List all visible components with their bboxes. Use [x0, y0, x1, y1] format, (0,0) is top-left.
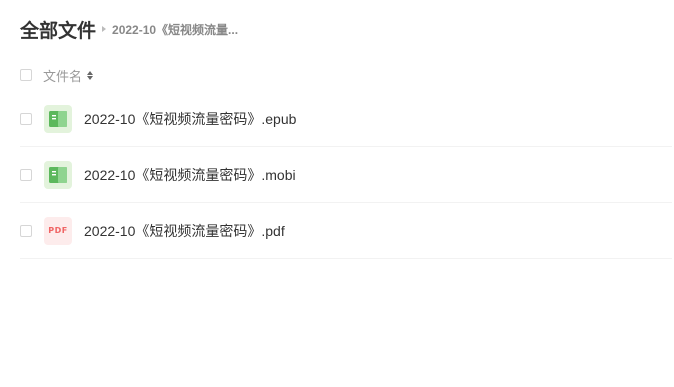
- breadcrumb-root-link[interactable]: 全部文件: [20, 16, 96, 43]
- sort-icon: [87, 70, 94, 80]
- pdf-icon: PDF: [44, 216, 72, 245]
- file-name[interactable]: 2022-10《短视频流量密码》.pdf: [84, 221, 285, 241]
- select-all-checkbox[interactable]: [20, 69, 32, 81]
- file-name[interactable]: 2022-10《短视频流量密码》.mobi: [84, 165, 296, 185]
- file-list: 2022-10《短视频流量密码》.epub 2022-10《短视频流量密码》.m…: [20, 91, 672, 259]
- list-header: 文件名: [20, 66, 94, 85]
- file-row[interactable]: 2022-10《短视频流量密码》.epub: [20, 91, 672, 147]
- file-browser: 全部文件 2022-10《短视频流量... 文件名 2022-10《短视频流量密…: [0, 0, 674, 387]
- ebook-icon: [44, 160, 72, 189]
- breadcrumb: 全部文件 2022-10《短视频流量...: [20, 16, 238, 42]
- file-row[interactable]: PDF 2022-10《短视频流量密码》.pdf: [20, 203, 672, 259]
- breadcrumb-current-folder: 2022-10《短视频流量...: [112, 22, 239, 37]
- file-row[interactable]: 2022-10《短视频流量密码》.mobi: [20, 147, 672, 203]
- breadcrumb-separator-icon: [102, 26, 107, 32]
- file-checkbox[interactable]: [20, 112, 32, 125]
- ebook-icon: [44, 104, 72, 133]
- name-column-label: 文件名: [43, 68, 83, 84]
- file-checkbox[interactable]: [20, 224, 32, 237]
- sort-by-name-button[interactable]: 文件名: [43, 66, 94, 85]
- file-checkbox[interactable]: [20, 168, 32, 181]
- file-name[interactable]: 2022-10《短视频流量密码》.epub: [84, 109, 296, 129]
